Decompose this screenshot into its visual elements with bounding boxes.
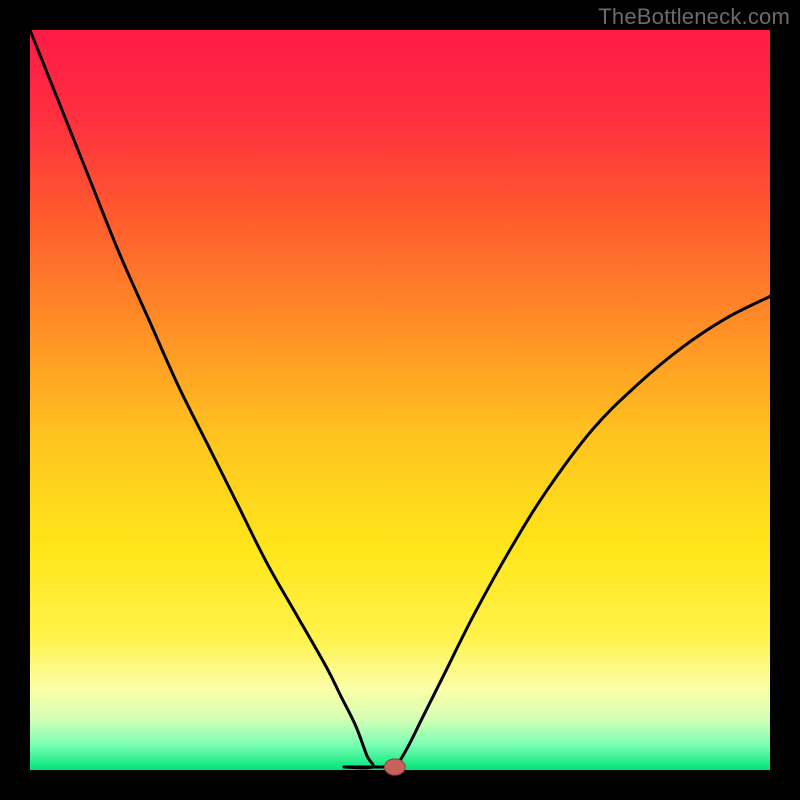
bottleneck-chart (0, 0, 800, 800)
plot-background (30, 30, 770, 770)
chart-frame: TheBottleneck.com (0, 0, 800, 800)
watermark-text: TheBottleneck.com (598, 4, 790, 30)
optimum-marker (384, 759, 405, 775)
